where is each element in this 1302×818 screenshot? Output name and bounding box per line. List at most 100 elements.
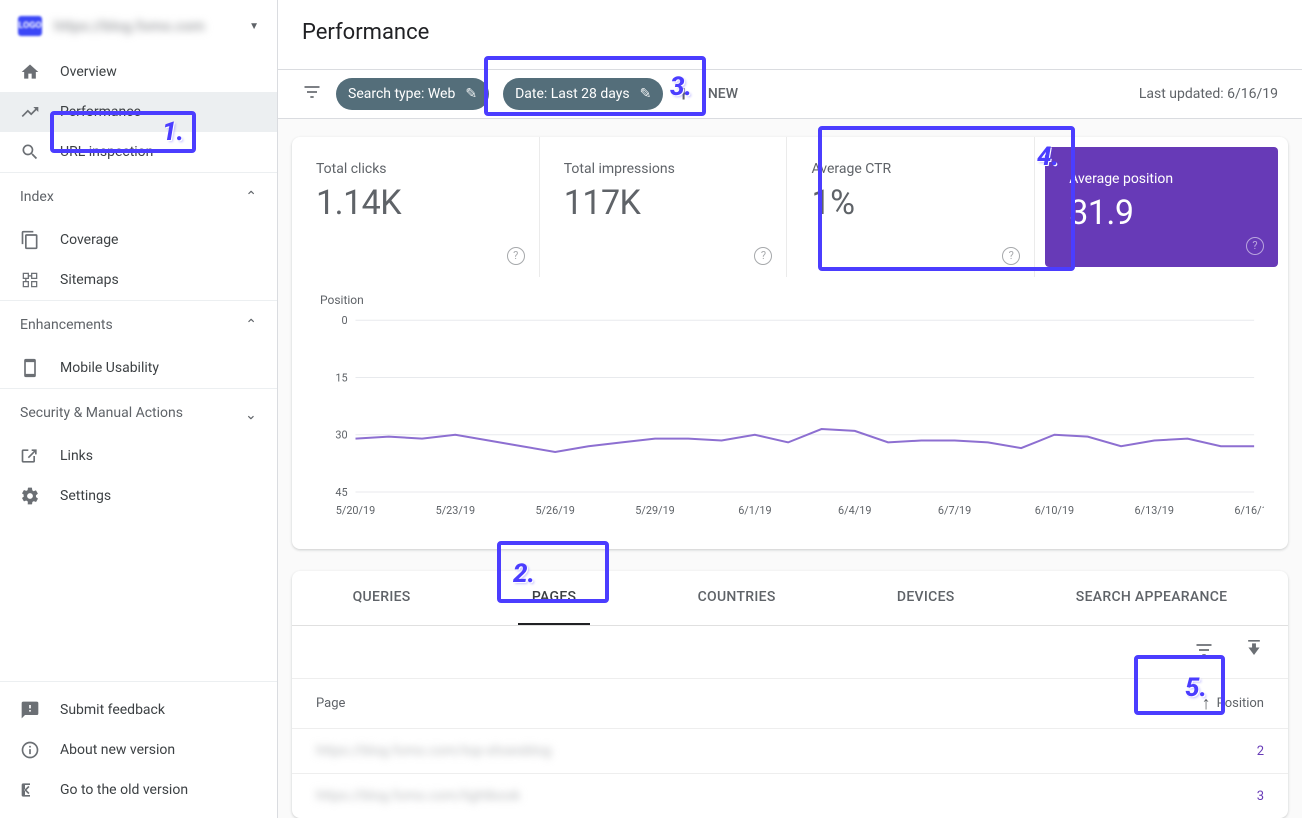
tab-devices[interactable]: DEVICES: [883, 571, 969, 625]
col-position-label: Position: [1217, 696, 1264, 711]
table-row[interactable]: https://blog.fomo.com/lightbook 3: [292, 773, 1288, 818]
col-position[interactable]: ↑ Position: [1144, 693, 1264, 714]
metric-avg-position[interactable]: Average position 31.9 ?: [1045, 147, 1278, 267]
table-row[interactable]: https://blog.fomo.com/top-shoesblog 2: [292, 728, 1288, 773]
nav-feedback[interactable]: Submit feedback: [0, 690, 277, 730]
nav-overview[interactable]: Overview: [0, 52, 277, 92]
nav-coverage[interactable]: Coverage: [0, 220, 277, 260]
nav-old-version[interactable]: Go to the old version: [0, 770, 277, 810]
nav-feedback-label: Submit feedback: [60, 702, 165, 718]
property-name: https://blog.fomo.com: [54, 17, 205, 35]
section-index[interactable]: Index ⌃: [0, 172, 277, 220]
svg-text:30: 30: [335, 429, 347, 442]
metric-value: 1.14K: [316, 183, 401, 223]
tab-search-appearance[interactable]: SEARCH APPEARANCE: [1062, 571, 1242, 625]
nav-overview-label: Overview: [60, 64, 117, 80]
nav-coverage-label: Coverage: [60, 232, 118, 248]
section-enhancements[interactable]: Enhancements ⌃: [0, 300, 277, 348]
tab-countries[interactable]: COUNTRIES: [684, 571, 790, 625]
trending-icon: [20, 102, 40, 122]
nav-performance-label: Performance: [60, 104, 141, 120]
footer-nav: Submit feedback About new version Go to …: [0, 681, 277, 818]
svg-text:6/4/19: 6/4/19: [838, 504, 871, 517]
performance-card: Total clicks 1.14K ? Total impressions 1…: [292, 137, 1288, 549]
nav-links[interactable]: Links: [0, 436, 277, 476]
tabs-row: QUERIES PAGES COUNTRIES DEVICES SEARCH A…: [292, 571, 1288, 626]
page-title: Performance: [278, 0, 1302, 69]
nav-old-label: Go to the old version: [60, 782, 188, 798]
nav-mobile-usability[interactable]: Mobile Usability: [0, 348, 277, 388]
table-tools: [292, 626, 1288, 678]
help-icon[interactable]: ?: [507, 247, 525, 265]
chart-title: Position: [316, 293, 1264, 307]
filter-date-label: Date: Last 28 days: [515, 86, 630, 102]
dropdown-icon: ▼: [249, 21, 259, 32]
metric-value: 31.9: [1069, 193, 1133, 233]
filter-icon[interactable]: [302, 82, 322, 106]
sitemap-icon: [20, 270, 40, 290]
section-security[interactable]: Security & Manual Actions ⌃: [0, 388, 277, 436]
download-icon[interactable]: [1244, 640, 1264, 664]
property-selector[interactable]: LOGO https://blog.fomo.com ▼: [0, 0, 277, 52]
nav-settings[interactable]: Settings: [0, 476, 277, 516]
metric-total-impressions[interactable]: Total impressions 117K ?: [540, 137, 788, 277]
svg-text:6/13/19: 6/13/19: [1135, 504, 1174, 517]
edit-icon: ✎: [465, 86, 477, 102]
table-head: Page ↑ Position: [292, 678, 1288, 728]
nav-settings-label: Settings: [60, 488, 111, 504]
help-icon[interactable]: ?: [1002, 247, 1020, 265]
tab-pages[interactable]: PAGES: [518, 571, 591, 625]
position-chart: 01530455/20/195/23/195/26/195/29/196/1/1…: [316, 311, 1264, 521]
nav-performance[interactable]: Performance: [0, 92, 277, 132]
sidebar: LOGO https://blog.fomo.com ▼ Overview Pe…: [0, 0, 278, 818]
sort-asc-icon: ↑: [1202, 693, 1211, 714]
metrics-row: Total clicks 1.14K ? Total impressions 1…: [292, 137, 1288, 277]
nav-urlinsp-label: URL inspection: [60, 144, 153, 160]
edit-icon: ✎: [640, 86, 652, 102]
help-icon[interactable]: ?: [754, 247, 772, 265]
info-icon: [20, 740, 40, 760]
exit-icon: [20, 780, 40, 800]
last-updated: Last updated: 6/16/19: [1139, 86, 1278, 102]
col-page: Page: [316, 696, 1144, 711]
svg-text:5/23/19: 5/23/19: [436, 504, 475, 517]
main: Performance Search type: Web ✎ Date: Las…: [278, 0, 1302, 818]
chevron-up-icon: ⌃: [245, 189, 257, 205]
filter-bar: Search type: Web ✎ Date: Last 28 days ✎ …: [278, 69, 1302, 119]
svg-text:6/10/19: 6/10/19: [1035, 504, 1074, 517]
metric-label: Average position: [1069, 171, 1254, 187]
filter-search-type[interactable]: Search type: Web ✎: [336, 78, 489, 110]
help-icon[interactable]: ?: [1246, 237, 1264, 255]
metric-value: 117K: [564, 183, 641, 223]
filter-search-type-label: Search type: Web: [348, 86, 455, 102]
nav-url-inspection[interactable]: URL inspection: [0, 132, 277, 172]
row-page: https://blog.fomo.com/lightbook: [316, 788, 1144, 804]
metric-avg-ctr[interactable]: Average CTR 1% ?: [787, 137, 1035, 277]
row-position: 3: [1144, 789, 1264, 804]
gear-icon: [20, 486, 40, 506]
filter-date[interactable]: Date: Last 28 days ✎: [503, 78, 663, 110]
nav-mobile-label: Mobile Usability: [60, 360, 159, 376]
feedback-icon: [20, 700, 40, 720]
svg-text:6/7/19: 6/7/19: [938, 504, 971, 517]
svg-text:6/16/19: 6/16/19: [1234, 504, 1264, 517]
new-filter-button[interactable]: NEW: [708, 86, 738, 102]
metric-total-clicks[interactable]: Total clicks 1.14K ?: [292, 137, 540, 277]
svg-text:6/1/19: 6/1/19: [738, 504, 771, 517]
metric-label: Total clicks: [316, 161, 515, 177]
chevron-up-icon: ⌃: [245, 317, 257, 333]
metric-label: Average CTR: [811, 161, 1010, 177]
home-icon: [20, 62, 40, 82]
nav-sitemaps[interactable]: Sitemaps: [0, 260, 277, 300]
links-icon: [20, 446, 40, 466]
row-position: 2: [1144, 744, 1264, 759]
plus-icon[interactable]: +: [677, 84, 689, 106]
tab-queries[interactable]: QUERIES: [339, 571, 425, 625]
section-enh-label: Enhancements: [20, 317, 113, 333]
copy-icon: [20, 230, 40, 250]
row-page: https://blog.fomo.com/top-shoesblog: [316, 743, 1144, 759]
svg-text:5/29/19: 5/29/19: [635, 504, 674, 517]
nav-about[interactable]: About new version: [0, 730, 277, 770]
table-filter-icon[interactable]: [1194, 640, 1214, 664]
metric-label: Total impressions: [564, 161, 763, 177]
